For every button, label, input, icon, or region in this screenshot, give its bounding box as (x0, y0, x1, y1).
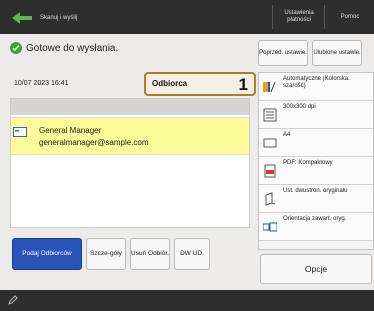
file-format-icon (264, 164, 276, 178)
setting-label: PDF: Kompaktowy (283, 160, 333, 166)
recipient-name: General Manager (39, 126, 102, 135)
recipient-list: General Manager generalmanager@sample.co… (10, 98, 250, 228)
recipient-email: generalmanager@sample.com (39, 138, 149, 147)
delete-recipient-button[interactable]: Usuń Odbiór. (130, 238, 170, 270)
recipients-counter: Odbiorca 1 (144, 72, 256, 96)
resolution-icon (263, 108, 277, 122)
setting-label: 300x300 dpi (283, 104, 316, 110)
duplex-icon (265, 192, 276, 206)
specify-recipients-button[interactable]: Podaj Odbiorców (12, 238, 82, 270)
scan-and-send-screen: Skanuj i wyślij Ustawienia płatności Pom… (0, 0, 374, 311)
back-arrow-icon (12, 12, 32, 24)
paper-size-icon (263, 138, 277, 148)
title-bar: Skanuj i wyślij Ustawienia płatności Pom… (0, 0, 374, 34)
setting-label: Orientacja zawart. oryg. (283, 216, 347, 222)
orientation-icon (263, 222, 277, 232)
bottom-bar (0, 290, 374, 311)
back-button[interactable]: Skanuj i wyślij (10, 8, 90, 28)
previous-settings-button[interactable]: Poprzed. ustawie. (258, 40, 308, 66)
ready-check-icon (10, 42, 22, 54)
screen-title: Skanuj i wyślij (40, 15, 78, 21)
help-button[interactable]: Pomoc (324, 5, 374, 29)
color-mode-icon (263, 81, 276, 93)
list-header (11, 99, 249, 115)
setting-orientation[interactable]: Orientacja zawart. oryg. (259, 213, 373, 241)
recipient-row[interactable]: General Manager generalmanager@sample.co… (11, 117, 249, 155)
setting-duplex[interactable]: Ust. dwustron. oryginału (259, 185, 373, 213)
setting-resolution[interactable]: 300x300 dpi (259, 101, 373, 129)
pen-icon (8, 295, 18, 305)
email-icon (13, 127, 27, 137)
favorite-settings-button[interactable]: Ulubione ustawie. (312, 40, 362, 66)
options-button[interactable]: Opcje (260, 254, 372, 284)
setting-label: Automatyczne (Kolorska. szarość) (283, 76, 350, 90)
setting-paper-size[interactable]: A4 (259, 129, 373, 157)
setting-color-mode[interactable]: Automatyczne (Kolorska. szarość) (259, 73, 373, 101)
setting-label: Ust. dwustron. oryginału (283, 188, 348, 194)
date-time: 10/07 2023 16:41 (14, 80, 69, 87)
setting-file-format[interactable]: PDF: Kompaktowy (259, 157, 373, 185)
recipients-label: Odbiorca (152, 79, 188, 88)
cc-bcc-button[interactable]: DW UD. (174, 238, 210, 270)
settings-registration-button[interactable]: Ustawienia płatności (272, 5, 325, 29)
status-text: Gotowe do wysłania. (26, 42, 119, 54)
recipients-count: 1 (238, 75, 248, 94)
setting-label: A4 (283, 132, 291, 138)
details-button[interactable]: Szcze-góły (86, 238, 126, 270)
status-message: Gotowe do wysłania. (10, 40, 118, 56)
settings-panel: Automatyczne (Kolorska. szarość) 300x300… (258, 72, 374, 250)
